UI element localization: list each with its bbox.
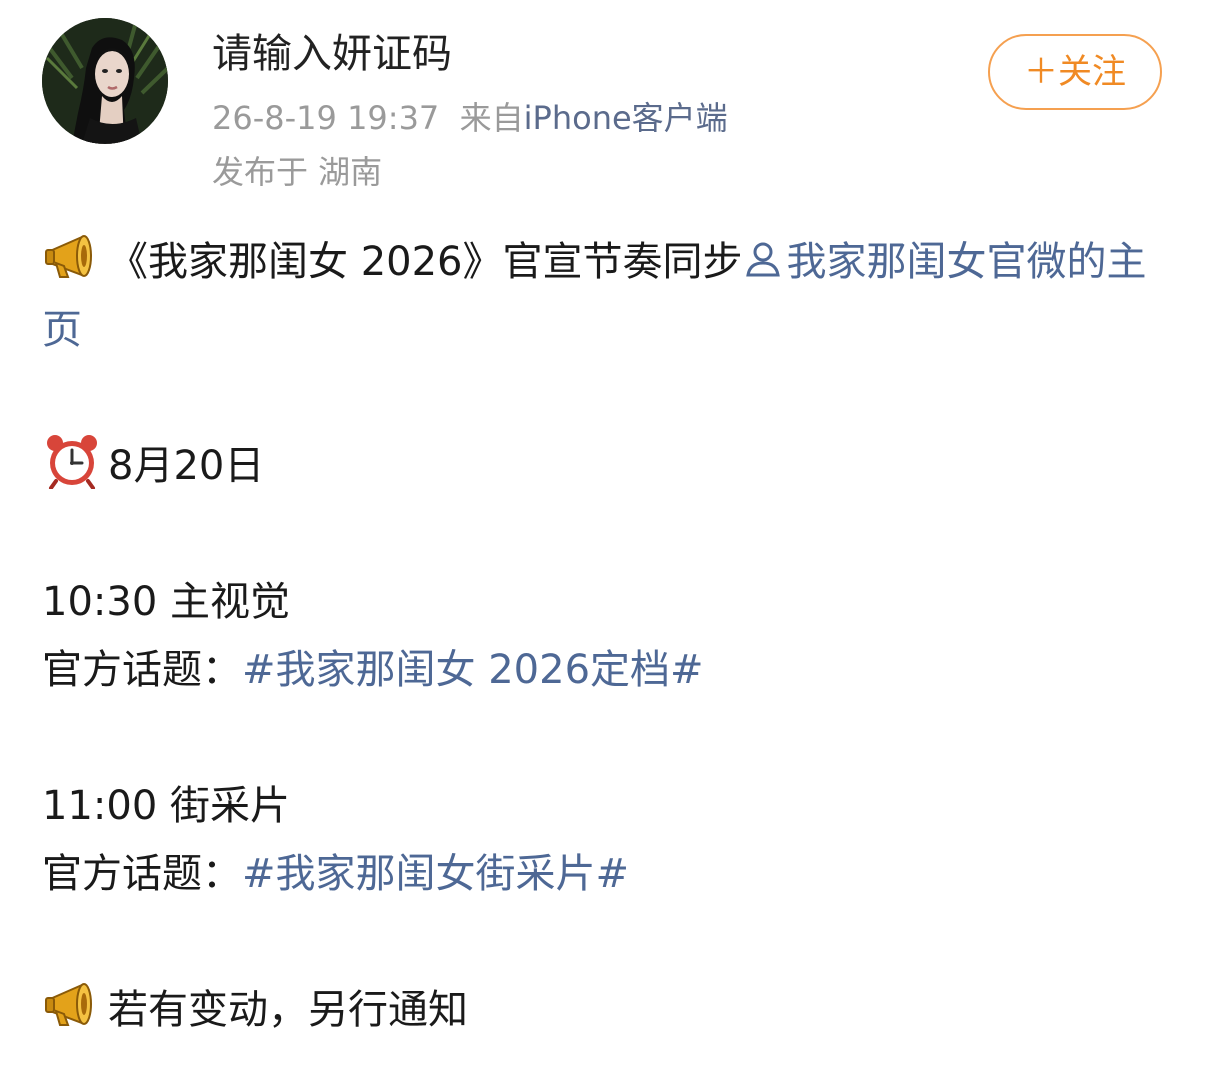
announcement-line: 《我家那闺女 2026》官宣节奏同步 我家那闺女官微的主页: [42, 228, 1166, 364]
avatar-photo-icon: [42, 18, 168, 144]
schedule-item-1-title: 10:30 主视觉: [42, 579, 290, 625]
post-header: 请输入妍证码 26-8-19 19:37 来自iPhone客户端 发布于 湖南 …: [0, 0, 1206, 200]
schedule-item-1-topic: 官方话题：#我家那闺女 2026定档#: [42, 636, 1166, 704]
megaphone-icon: [42, 229, 102, 285]
post-body: 《我家那闺女 2026》官宣节奏同步 我家那闺女官微的主页 8月20日 10:30…: [42, 228, 1166, 1044]
post-source-prefix: 来自: [459, 99, 524, 137]
author-avatar[interactable]: [42, 18, 168, 144]
author-name[interactable]: 请输入妍证码: [212, 28, 452, 80]
topic-label: 官方话题：: [42, 647, 242, 693]
post-timestamp: 26-8-19 19:37: [212, 99, 440, 137]
post-location: 发布于 湖南: [212, 153, 383, 191]
follow-button[interactable]: ＋关注: [988, 34, 1162, 110]
megaphone-icon: [42, 977, 102, 1033]
date-text: 8月20日: [108, 443, 265, 489]
schedule-item-2-topic: 官方话题：#我家那闺女街采片#: [42, 840, 1166, 908]
schedule-item-2-title: 11:00 街采片: [42, 783, 290, 829]
alarm-clock-icon: [42, 433, 102, 489]
post-meta: 26-8-19 19:37 来自iPhone客户端: [212, 96, 728, 140]
date-line: 8月20日: [42, 432, 1166, 500]
post-source-app[interactable]: iPhone客户端: [524, 99, 728, 137]
announcement-text: 《我家那闺女 2026》官宣节奏同步: [108, 239, 743, 285]
hashtag-link[interactable]: #我家那闺女 2026定档#: [242, 647, 704, 693]
notice-line: 若有变动，另行通知: [42, 976, 1166, 1044]
hashtag-link[interactable]: #我家那闺女街采片#: [242, 851, 629, 897]
notice-text: 若有变动，另行通知: [108, 987, 468, 1033]
topic-label: 官方话题：: [42, 851, 242, 897]
user-icon: [743, 239, 783, 279]
